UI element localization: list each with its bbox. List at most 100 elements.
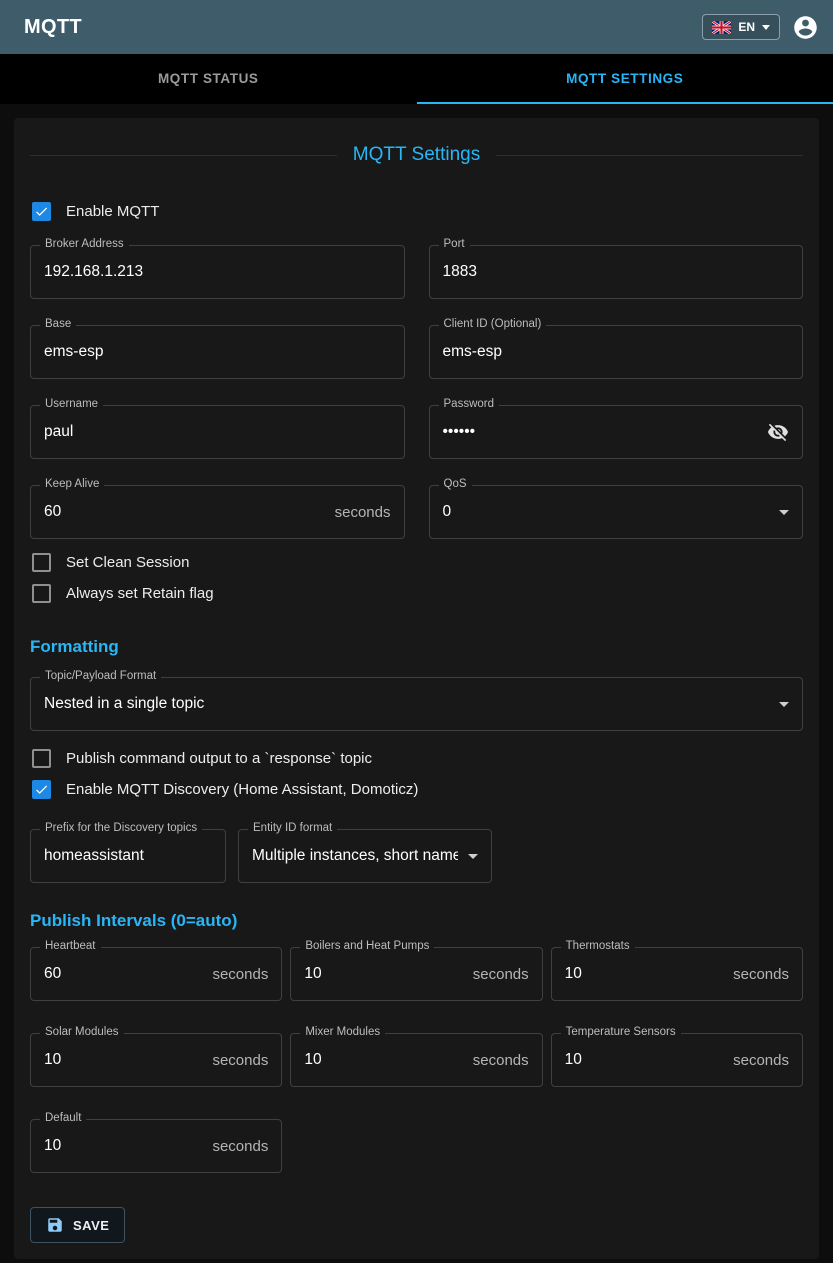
field-value: 10 [44,1137,204,1155]
field-suffix: seconds [473,1052,529,1069]
field-label: Base [40,318,76,330]
field-value: ems-esp [44,343,391,361]
field-suffix: seconds [212,966,268,983]
field-label: Thermostats [561,940,635,952]
field-suffix: seconds [733,1052,789,1069]
port-field[interactable]: Port 1883 [429,245,804,299]
interval-solar-field[interactable]: Solar Modules 10 seconds [30,1033,282,1087]
field-value: 10 [44,1051,204,1069]
field-label: Username [40,398,103,410]
field-label: Broker Address [40,238,129,250]
chevron-down-icon [762,25,770,30]
field-value: Multiple instances, short name [252,847,458,865]
field-label: Boilers and Heat Pumps [300,940,434,952]
language-label: EN [738,20,755,34]
checkbox-enable-mqtt[interactable]: Enable MQTT [30,196,803,227]
interval-thermostats-field[interactable]: Thermostats 10 seconds [551,947,803,1001]
field-label: Solar Modules [40,1026,124,1038]
field-label: Keep Alive [40,478,104,490]
field-value: 60 [44,503,327,521]
field-label: QoS [439,478,472,490]
field-value: ems-esp [443,343,790,361]
interval-fields: Heartbeat 60 seconds Boilers and Heat Pu… [30,947,803,1173]
field-value: 10 [304,1051,464,1069]
broker-address-field[interactable]: Broker Address 192.168.1.213 [30,245,405,299]
tab-bar: MQTT STATUS MQTT SETTINGS [0,54,833,104]
keep-alive-field[interactable]: Keep Alive 60 seconds [30,485,405,539]
visibility-off-icon[interactable] [767,421,789,443]
qos-select[interactable]: QoS 0 [429,485,804,539]
field-value: 0 [443,503,770,521]
field-value: 10 [304,965,464,983]
field-suffix: seconds [335,504,391,521]
interval-default-field[interactable]: Default 10 seconds [30,1119,282,1173]
field-label: Client ID (Optional) [439,318,547,330]
checkbox-label: Enable MQTT Discovery (Home Assistant, D… [66,781,418,798]
chevron-down-icon [779,702,789,707]
appbar-actions: EN [702,14,819,41]
checkbox-checked-icon [32,780,51,799]
field-label: Port [439,238,470,250]
interval-temperature-field[interactable]: Temperature Sensors 10 seconds [551,1033,803,1087]
tab-mqtt-status[interactable]: MQTT STATUS [0,54,417,104]
field-value: 10 [565,965,725,983]
field-value: 192.168.1.213 [44,263,391,281]
field-label: Heartbeat [40,940,101,952]
password-field[interactable]: Password •••••• [429,405,804,459]
account-button[interactable] [792,14,819,41]
chevron-down-icon [468,854,478,859]
discovery-fields: Prefix for the Discovery topics homeassi… [30,829,803,883]
field-value: 10 [565,1051,725,1069]
checkbox-publish-response[interactable]: Publish command output to a `response` t… [30,743,803,774]
checkbox-unchecked-icon [32,584,51,603]
field-label: Prefix for the Discovery topics [40,822,202,834]
checkbox-unchecked-icon [32,749,51,768]
checkbox-label: Publish command output to a `response` t… [66,750,372,767]
page-title: MQTT Settings [30,144,803,166]
checkbox-checked-icon [32,202,51,221]
field-label: Mixer Modules [300,1026,385,1038]
page-title-text: MQTT Settings [353,144,480,166]
field-label: Password [439,398,500,410]
checkbox-retain-flag[interactable]: Always set Retain flag [30,578,803,609]
field-value: Nested in a single topic [44,695,769,713]
client-id-field[interactable]: Client ID (Optional) ems-esp [429,325,804,379]
field-label: Temperature Sensors [561,1026,681,1038]
field-suffix: seconds [473,966,529,983]
checkbox-label: Set Clean Session [66,554,189,571]
interval-boilers-field[interactable]: Boilers and Heat Pumps 10 seconds [290,947,542,1001]
chevron-down-icon [779,510,789,515]
save-button[interactable]: SAVE [30,1207,125,1243]
uk-flag-icon [712,21,731,34]
tab-mqtt-settings[interactable]: MQTT SETTINGS [417,54,833,104]
field-label: Default [40,1112,86,1124]
field-value: homeassistant [44,847,212,865]
entity-id-format-select[interactable]: Entity ID format Multiple instances, sho… [238,829,492,883]
checkbox-discovery[interactable]: Enable MQTT Discovery (Home Assistant, D… [30,774,803,805]
app-bar: MQTT EN [0,0,833,54]
field-suffix: seconds [733,966,789,983]
field-suffix: seconds [212,1138,268,1155]
account-circle-icon [792,14,819,41]
save-label: SAVE [73,1218,109,1233]
checkbox-clean-session[interactable]: Set Clean Session [30,547,803,578]
topic-format-select[interactable]: Topic/Payload Format Nested in a single … [30,677,803,731]
field-label: Entity ID format [248,822,337,834]
field-suffix: seconds [212,1052,268,1069]
field-value: 60 [44,965,204,983]
connection-fields: Broker Address 192.168.1.213 Port 1883 B… [30,245,803,539]
save-icon [46,1216,64,1234]
section-heading-formatting: Formatting [30,637,803,657]
base-field[interactable]: Base ems-esp [30,325,405,379]
language-selector[interactable]: EN [702,14,780,40]
settings-card: MQTT Settings Enable MQTT Broker Address… [14,118,819,1259]
interval-mixer-field[interactable]: Mixer Modules 10 seconds [290,1033,542,1087]
interval-heartbeat-field[interactable]: Heartbeat 60 seconds [30,947,282,1001]
field-value: paul [44,423,391,441]
discovery-prefix-field[interactable]: Prefix for the Discovery topics homeassi… [30,829,226,883]
username-field[interactable]: Username paul [30,405,405,459]
checkbox-unchecked-icon [32,553,51,572]
section-heading-publish-intervals: Publish Intervals (0=auto) [30,911,803,931]
checkbox-label: Always set Retain flag [66,585,214,602]
app-title: MQTT [24,16,82,39]
